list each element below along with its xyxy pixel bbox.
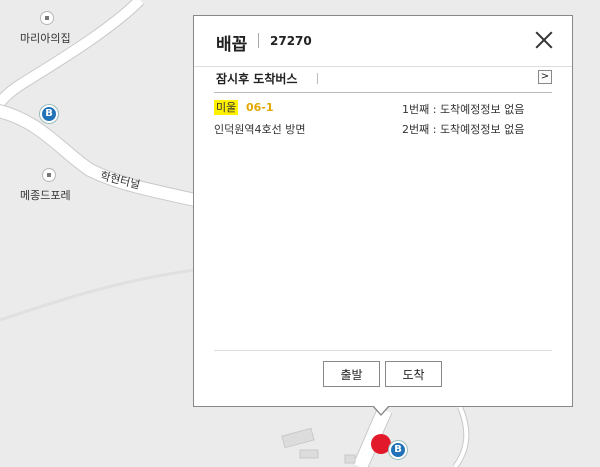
section-title: 잠시후 도착버스	[216, 72, 298, 86]
depart-button[interactable]: 출발	[323, 361, 380, 387]
place-marker[interactable]	[42, 168, 56, 182]
bus-stop-marker[interactable]: B	[389, 441, 407, 459]
road-north	[0, 0, 144, 112]
stop-name: 배꼽	[216, 35, 248, 55]
header-divider	[194, 66, 572, 67]
header-separator	[258, 33, 259, 48]
building	[344, 454, 356, 464]
footer-divider	[214, 350, 552, 351]
arrive-button[interactable]: 도착	[385, 361, 442, 387]
road-west-thin	[0, 268, 196, 322]
place-label[interactable]: 마리아의집	[20, 30, 71, 46]
section-separator	[317, 73, 318, 84]
popup-pointer	[372, 405, 390, 416]
bus-stop-popup: 배꼽 27270 잠시후 도착버스 > 미울 06-1 1번째 : 도착예정정보…	[193, 15, 573, 407]
stop-id: 27270	[270, 34, 312, 48]
place-label[interactable]: 메종드포레	[20, 187, 71, 203]
route-direction: 인덕원역4호선 방면	[214, 123, 306, 136]
chevron-right-icon[interactable]: >	[538, 70, 552, 84]
place-marker[interactable]	[40, 11, 54, 25]
building	[299, 449, 319, 459]
route-number[interactable]: 06-1	[246, 101, 274, 114]
close-icon[interactable]	[532, 28, 556, 52]
route-type-badge: 미울	[214, 100, 239, 115]
bus-stop-marker[interactable]: B	[40, 105, 58, 123]
popup-header: 배꼽 27270	[194, 16, 572, 66]
section-divider	[214, 92, 552, 93]
building	[281, 427, 315, 449]
selected-stop-pin[interactable]	[371, 434, 391, 454]
arrival-first: 1번째 : 도착예정정보 없음	[402, 103, 525, 116]
arrival-second: 2번째 : 도착예정정보 없음	[402, 123, 525, 136]
